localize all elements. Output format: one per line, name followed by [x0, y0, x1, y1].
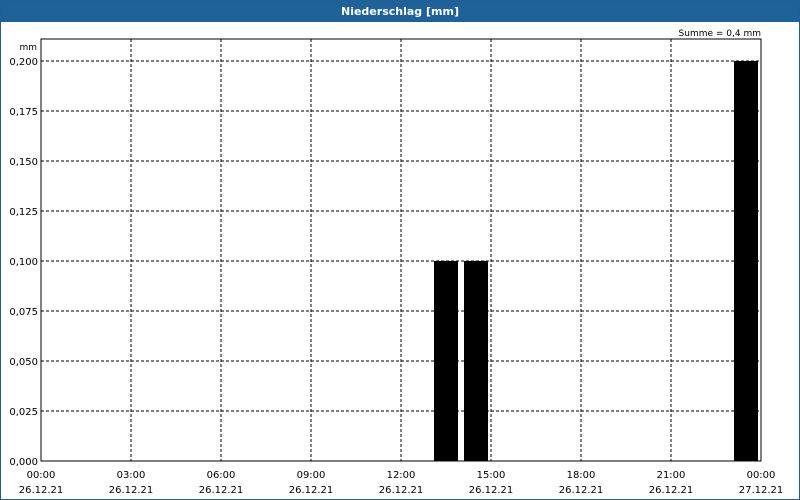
y-tick-label: 0,025	[9, 407, 38, 418]
x-axis: 00:00 26.12.21 03:00 26.12.21 06:00 26.12.21 0…	[19, 470, 784, 496]
x-tick-time: 15:00	[477, 470, 506, 481]
x-tick-time: 09:00	[297, 470, 326, 481]
x-tick-date: 26.12.21	[19, 485, 64, 496]
y-tick-label: 0,075	[9, 307, 38, 318]
bar	[434, 261, 458, 461]
x-tick-time: 00:00	[27, 470, 56, 481]
bar	[734, 61, 758, 461]
y-axis: 0,000 0,025 0,050 0,075 0,100 0,125 0,150 0,175…	[9, 57, 38, 468]
sum-annotation: Summe = 0,4 mm	[679, 29, 761, 39]
x-tick-date: 26.12.21	[469, 485, 514, 496]
x-tick-date: 26.12.21	[379, 485, 424, 496]
window-title: Niederschlag [mm]	[1, 1, 799, 22]
x-tick-time: 00:00	[747, 470, 776, 481]
bar	[464, 261, 488, 461]
x-tick-time: 03:00	[117, 470, 146, 481]
chart-window: Niederschlag [mm] 0,000 0,025 0,050 0,075 0,…	[0, 0, 800, 500]
chart: 0,000 0,025 0,050 0,075 0,100 0,125 0,150 0,175…	[9, 29, 784, 496]
x-tick-time: 06:00	[207, 470, 236, 481]
y-tick-label: 0,125	[9, 207, 38, 218]
y-tick-label: 0,175	[9, 107, 38, 118]
y-axis-unit: mm	[19, 43, 37, 53]
x-tick-time: 21:00	[657, 470, 686, 481]
x-tick-date: 27.12.21	[739, 485, 784, 496]
x-tick-date: 26.12.21	[199, 485, 244, 496]
y-tick-label: 0,050	[9, 357, 38, 368]
x-tick-date: 26.12.21	[109, 485, 154, 496]
y-tick-label: 0,150	[9, 157, 38, 168]
x-tick-date: 26.12.21	[559, 485, 604, 496]
y-tick-label: 0,200	[9, 57, 38, 68]
x-tick-date: 26.12.21	[649, 485, 694, 496]
x-tick-time: 18:00	[567, 470, 596, 481]
x-tick-date: 26.12.21	[289, 485, 334, 496]
y-tick-label: 0,100	[9, 257, 38, 268]
x-tick-time: 12:00	[387, 470, 416, 481]
grid	[41, 39, 761, 461]
y-tick-label: 0,000	[9, 457, 38, 468]
